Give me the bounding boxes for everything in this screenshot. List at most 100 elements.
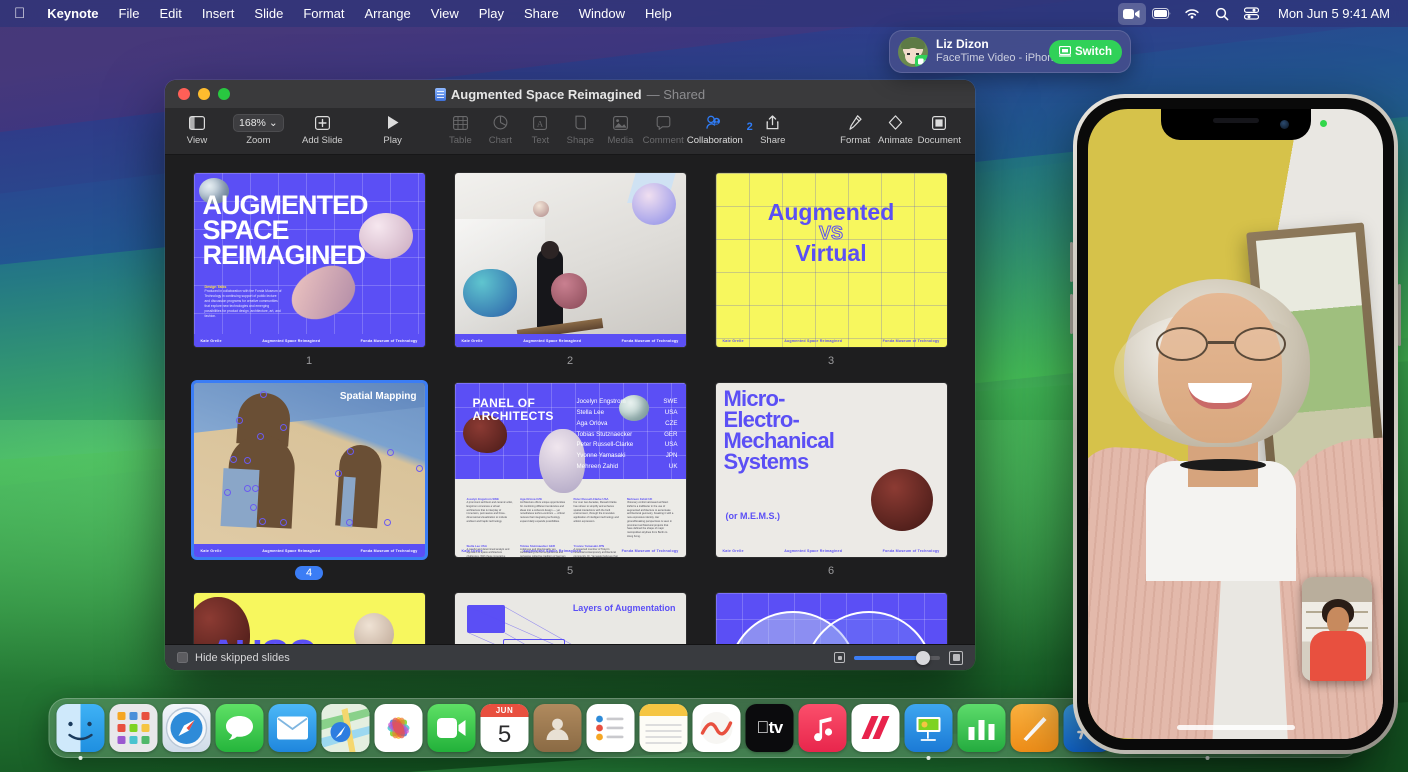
- toolbar-share-button[interactable]: Share: [753, 111, 793, 146]
- control-center-icon[interactable]: [1238, 3, 1266, 25]
- toolbar-collaboration-button[interactable]: Collaboration: [686, 111, 744, 146]
- menu-bar-clock[interactable]: Mon Jun 5 9:41 AM: [1268, 6, 1394, 21]
- dock-item-finder[interactable]: [57, 704, 105, 752]
- iphone-notch: [1161, 109, 1311, 140]
- search-icon[interactable]: [1208, 3, 1236, 25]
- thumbnail-size-slider[interactable]: [854, 656, 940, 660]
- menu-item-format[interactable]: Format: [293, 0, 354, 27]
- slide-cell[interactable]: PANEL OF ARCHITECTS Jocelyn EngstromSWE …: [455, 383, 686, 579]
- toolbar-shape-button[interactable]: Shape: [560, 111, 600, 146]
- dock-item-pages[interactable]: [1011, 704, 1059, 752]
- toolbar-text-button[interactable]: A Text: [520, 111, 560, 146]
- hide-skipped-slides-label[interactable]: Hide skipped slides: [195, 652, 290, 664]
- menu-item-window[interactable]: Window: [569, 0, 635, 27]
- battery-icon[interactable]: [1148, 3, 1176, 25]
- window-title-bar[interactable]: Augmented Space Reimagined — Shared: [165, 80, 975, 108]
- toolbar-media-button[interactable]: Media: [600, 111, 640, 146]
- slide-thumbnail-4[interactable]: Spatial Mapping: [194, 383, 425, 557]
- toolbar-chart-button[interactable]: Chart: [480, 111, 520, 146]
- iphone-frame: [1073, 94, 1398, 754]
- menu-item-arrange[interactable]: Arrange: [355, 0, 421, 27]
- slide-title-line: REIMAGINED: [203, 243, 419, 268]
- dock-item-launchpad[interactable]: [110, 704, 158, 752]
- slide-thumbnail-5[interactable]: PANEL OF ARCHITECTS Jocelyn EngstromSWE …: [455, 383, 686, 557]
- slide-title: Spatial Mapping: [340, 391, 417, 402]
- dock-item-numbers[interactable]: [958, 704, 1006, 752]
- toolbar-view-button[interactable]: View: [177, 111, 217, 146]
- facetime-pip-self-view[interactable]: [1302, 577, 1372, 681]
- slide-cell[interactable]: AUGMENTED SPACE REIMAGINED Design Talks …: [194, 173, 425, 369]
- toolbar-zoom-label: Zoom: [246, 135, 270, 146]
- dock-item-notes[interactable]: [640, 704, 688, 752]
- slide-cell[interactable]: AUGO 7: [194, 593, 425, 644]
- dock-item-reminders[interactable]: [587, 704, 635, 752]
- slide-cell[interactable]: Kate Grelle Augmented Space Reimagined F…: [455, 173, 686, 369]
- slide-grid: AUGMENTED SPACE REIMAGINED Design Talks …: [165, 155, 975, 644]
- menu-item-help[interactable]: Help: [635, 0, 682, 27]
- slide-thumbnail-2[interactable]: Kate Grelle Augmented Space Reimagined F…: [455, 173, 686, 347]
- home-indicator[interactable]: [1177, 725, 1295, 730]
- dock-item-maps[interactable]: [322, 704, 370, 752]
- slide-footer: Kate Grelle Augmented Space Reimagined F…: [194, 334, 425, 347]
- zoom-percent-pill[interactable]: 168% ⌄: [233, 114, 284, 132]
- slide-thumbnail-7[interactable]: AUGO: [194, 593, 425, 644]
- dock-item-messages[interactable]: [216, 704, 264, 752]
- toolbar-play-button[interactable]: Play: [373, 111, 413, 146]
- slide-cell[interactable]: Spatial Mapping: [194, 383, 425, 579]
- dock-item-tv[interactable]: tv: [746, 704, 794, 752]
- menu-item-share[interactable]: Share: [514, 0, 569, 27]
- slide-thumbnail-3[interactable]: Augmented VS Virtual Kate Grelle Augment…: [716, 173, 947, 347]
- video-camera-icon[interactable]: [1118, 3, 1146, 25]
- power-button[interactable]: [1398, 284, 1401, 346]
- iphone-screen[interactable]: [1088, 109, 1383, 739]
- menu-item-keynote[interactable]: Keynote: [37, 0, 108, 27]
- toolbar-animate-button[interactable]: Animate: [875, 111, 915, 146]
- slide-cell[interactable]: Micro- Electro- Mechanical Systems (or M…: [716, 383, 947, 579]
- menu-item-insert[interactable]: Insert: [192, 0, 245, 27]
- slide-cell[interactable]: Layers of Augmentation 8: [455, 593, 686, 644]
- toolbar-view-label: View: [187, 135, 207, 146]
- dock-item-music[interactable]: [799, 704, 847, 752]
- slide-thumbnail-1[interactable]: AUGMENTED SPACE REIMAGINED Design Talks …: [194, 173, 425, 347]
- dock-item-safari[interactable]: [163, 704, 211, 752]
- apple-logo-icon[interactable]: : [0, 0, 37, 27]
- slide-thumbnail-8[interactable]: Layers of Augmentation: [455, 593, 686, 644]
- toolbar-document-button[interactable]: Document: [916, 111, 963, 146]
- menu-item-file[interactable]: File: [109, 0, 150, 27]
- dock-item-calendar[interactable]: JUN 5: [481, 704, 529, 752]
- toolbar-table-button[interactable]: Table: [440, 111, 480, 146]
- dock-item-freeform[interactable]: [693, 704, 741, 752]
- toolbar-comment-button[interactable]: Comment: [640, 111, 686, 146]
- large-thumbnail-icon[interactable]: [949, 651, 963, 665]
- slide-light-table[interactable]: AUGMENTED SPACE REIMAGINED Design Talks …: [165, 155, 975, 644]
- slide-thumbnail-6[interactable]: Micro- Electro- Mechanical Systems (or M…: [716, 383, 947, 557]
- slide-cell[interactable]: Augmented VS Virtual Kate Grelle Augment…: [716, 173, 947, 369]
- small-thumbnail-icon[interactable]: [834, 652, 845, 663]
- decorative-blob: [871, 469, 933, 531]
- dock-item-photos[interactable]: [375, 704, 423, 752]
- slider-knob[interactable]: [916, 651, 930, 665]
- menu-item-edit[interactable]: Edit: [150, 0, 192, 27]
- toolbar-media-label: Media: [607, 135, 633, 146]
- toolbar-zoom-control[interactable]: 168% ⌄ Zoom: [232, 111, 285, 146]
- hide-skipped-slides-checkbox[interactable]: [177, 652, 188, 663]
- facetime-notification[interactable]: Liz Dizon FaceTime Video - iPhone› Switc…: [889, 30, 1131, 73]
- slide-cell[interactable]: PHYSICAL AUGMENTED VIRTUAL 9: [716, 593, 947, 644]
- dock-item-keynote[interactable]: [905, 704, 953, 752]
- call-detail: FaceTime Video - iPhone›: [936, 52, 1041, 65]
- menu-item-slide[interactable]: Slide: [244, 0, 293, 27]
- toolbar-format-button[interactable]: Format: [835, 111, 875, 146]
- dock-item-facetime[interactable]: [428, 704, 476, 752]
- dock-item-news[interactable]: [852, 704, 900, 752]
- facetime-badge-icon: [915, 55, 928, 67]
- slide-thumbnail-9[interactable]: PHYSICAL AUGMENTED VIRTUAL: [716, 593, 947, 644]
- menu-item-view[interactable]: View: [421, 0, 469, 27]
- slide-footer: Kate Grelle Augmented Space Reimagined F…: [194, 544, 425, 557]
- toolbar-add-slide-button[interactable]: Add Slide: [300, 111, 345, 146]
- dock-item-mail[interactable]: [269, 704, 317, 752]
- document-name[interactable]: Augmented Space Reimagined: [451, 87, 642, 102]
- wifi-icon[interactable]: [1178, 3, 1206, 25]
- dock-item-contacts[interactable]: [534, 704, 582, 752]
- menu-item-play[interactable]: Play: [469, 0, 514, 27]
- switch-button[interactable]: Switch: [1049, 40, 1122, 64]
